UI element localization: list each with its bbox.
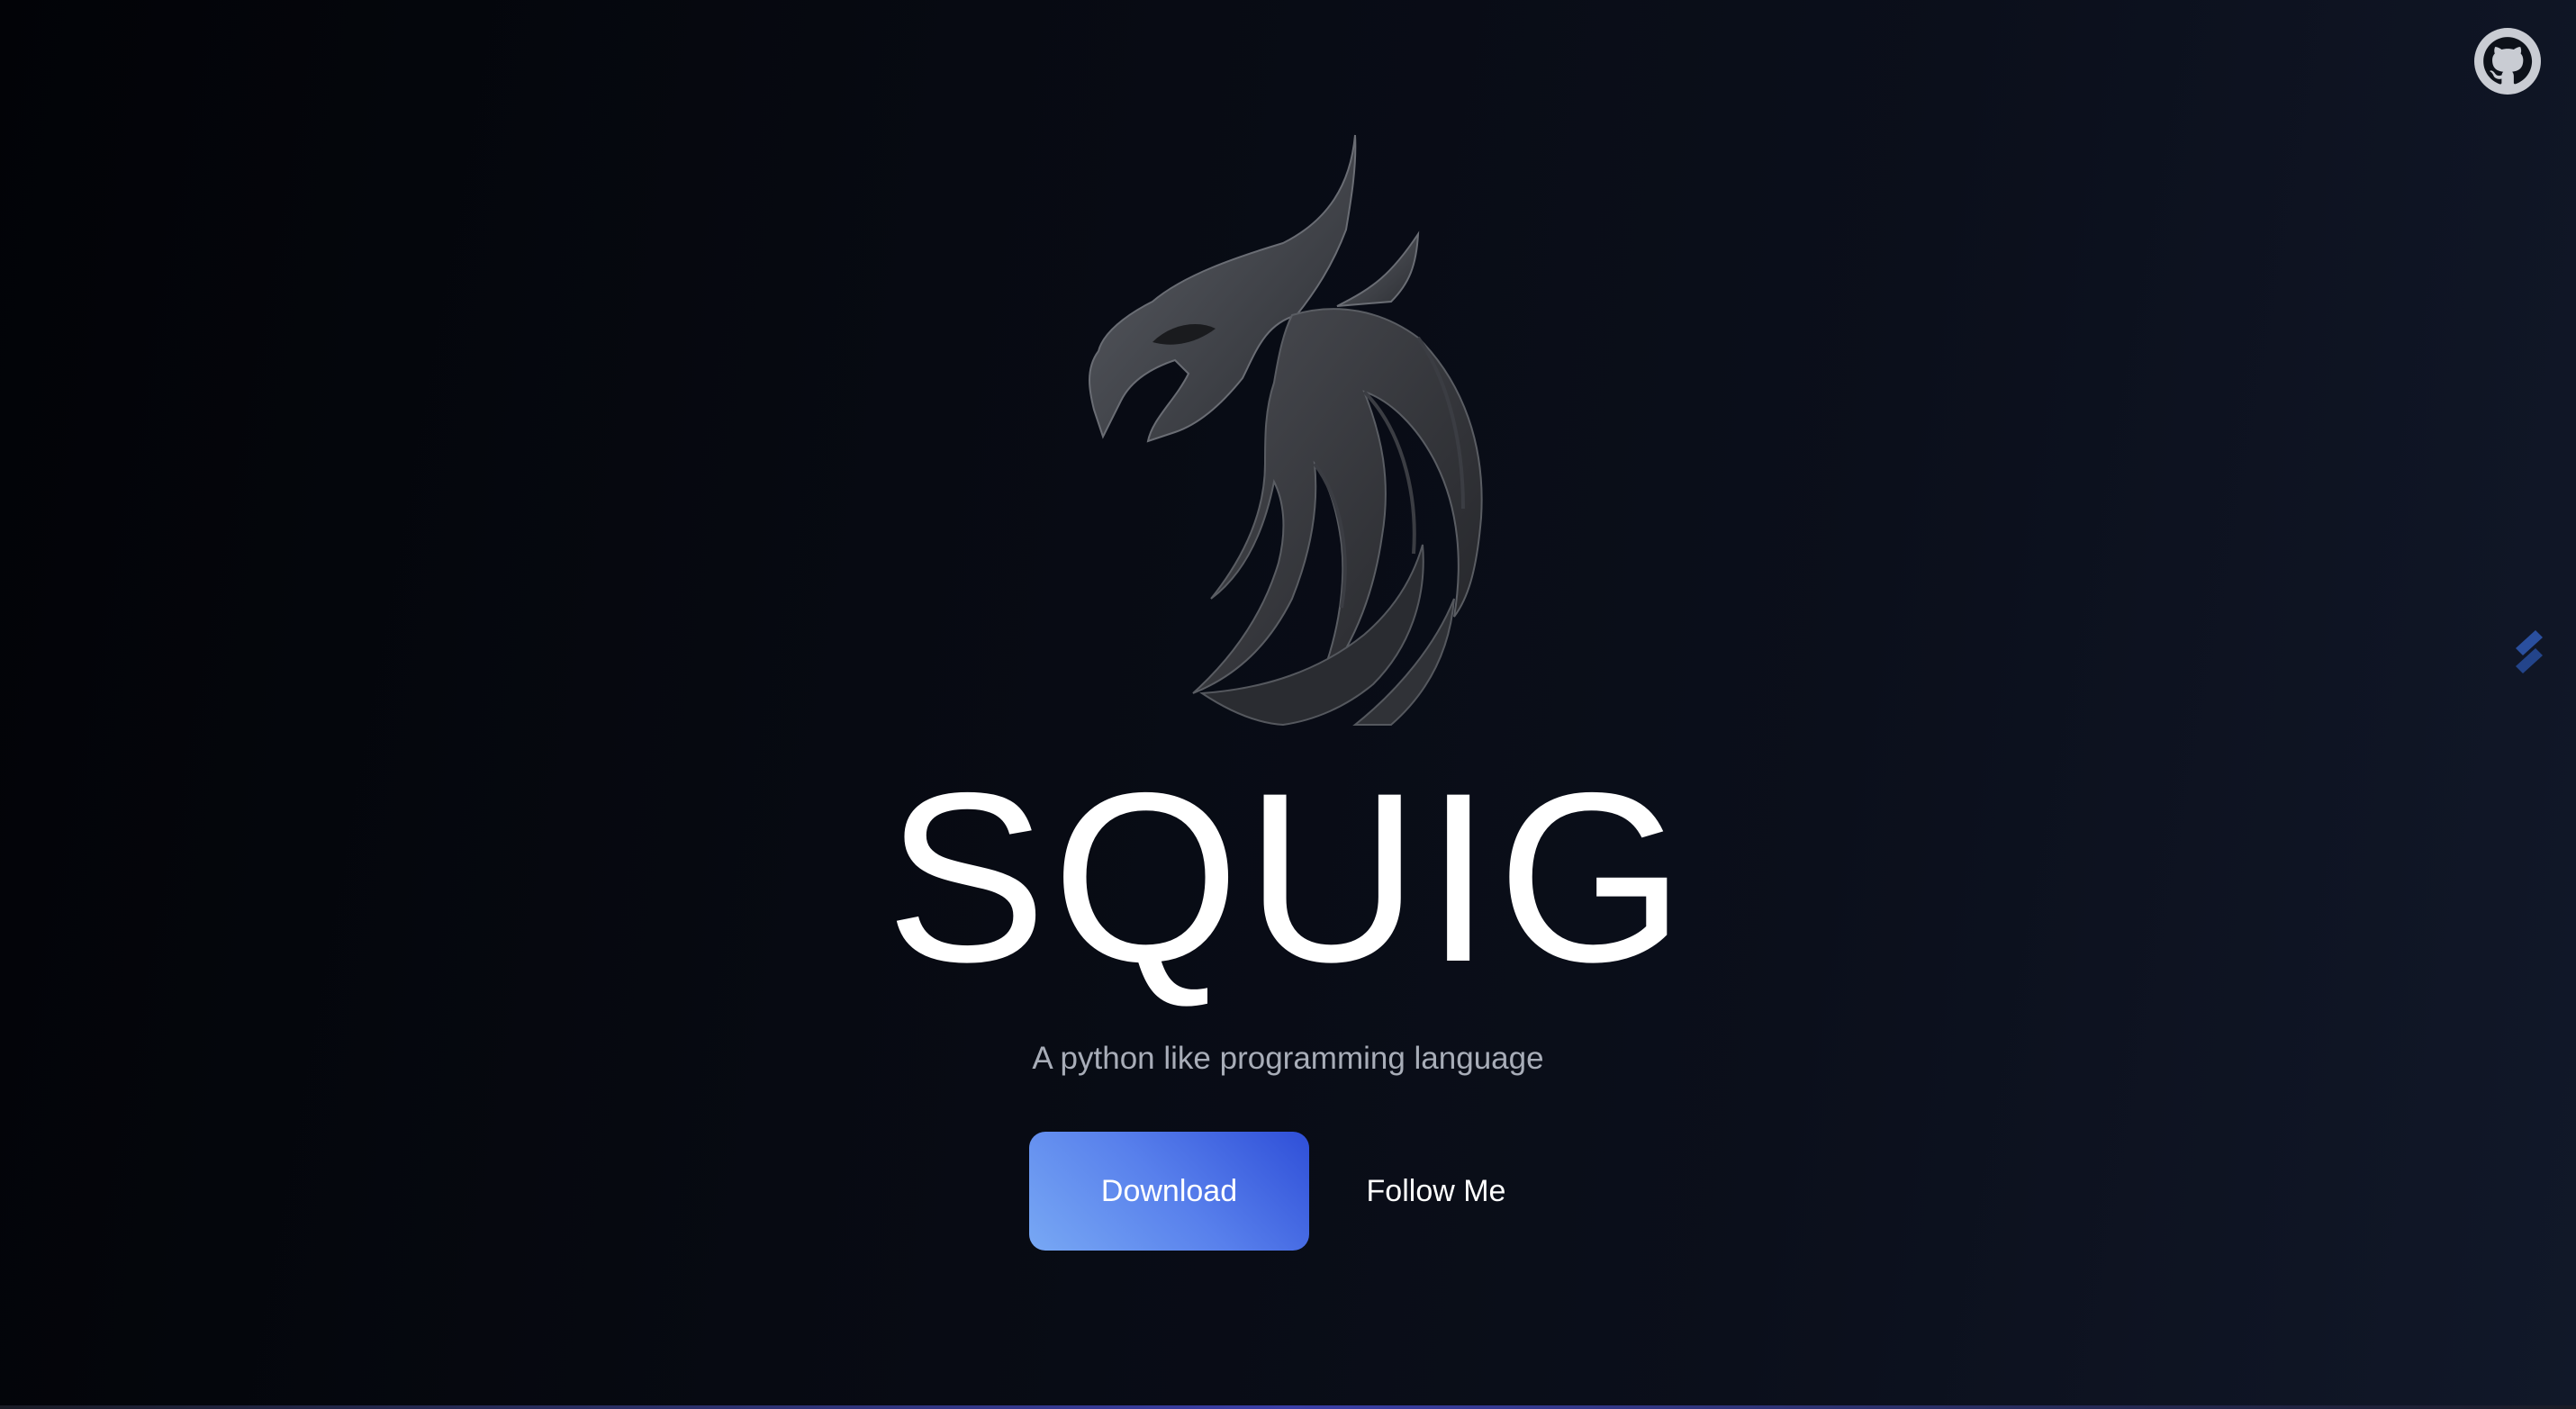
- page-title: SQUIG: [885, 742, 1691, 1012]
- github-link[interactable]: [2474, 28, 2541, 95]
- stripe-icon: [2516, 630, 2543, 673]
- bottom-accent-line: [0, 1405, 2576, 1409]
- dragon-logo-icon: [1089, 134, 1483, 727]
- follow-me-button[interactable]: Follow Me: [1342, 1132, 1531, 1251]
- side-widget[interactable]: [2508, 627, 2548, 677]
- dragon-logo: [995, 131, 1499, 729]
- subtitle: A python like programming language: [1032, 1041, 1544, 1076]
- github-icon: [2474, 28, 2541, 95]
- download-button[interactable]: Download: [1029, 1132, 1309, 1251]
